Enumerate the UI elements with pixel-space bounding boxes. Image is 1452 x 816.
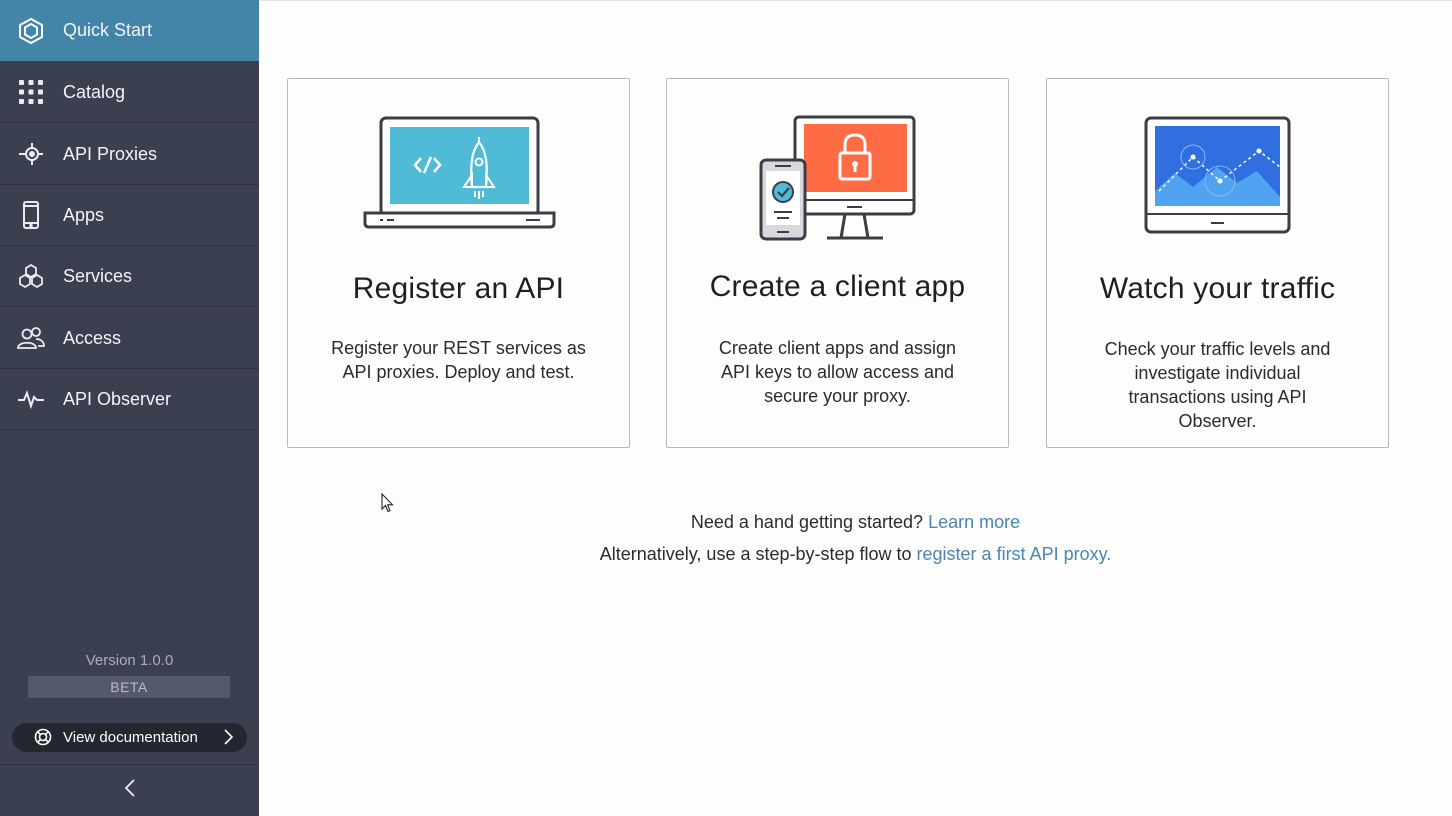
grid-icon <box>16 77 46 107</box>
mouse-cursor-icon <box>381 492 394 513</box>
card-description: Create client apps and assign API keys t… <box>718 338 957 406</box>
sidebar-item-api-observer[interactable]: API Observer <box>0 369 259 430</box>
sidebar-item-label: Catalog <box>63 81 126 102</box>
chevron-right-icon <box>223 729 234 745</box>
devices-lock-illustration <box>667 79 1008 249</box>
card-description: Check your traffic levels and investigat… <box>1104 339 1331 431</box>
watch-traffic-card[interactable]: Watch your traffic Check your traffic le… <box>1046 78 1389 448</box>
beta-badge: BETA <box>28 676 230 698</box>
hexagon-icon <box>16 16 46 46</box>
sidebar-item-catalog[interactable]: Catalog <box>0 62 259 123</box>
proxy-icon <box>16 139 46 169</box>
card-title: Watch your traffic <box>1099 272 1336 305</box>
help-text: Alternatively, use a step-by-step flow t… <box>599 544 917 564</box>
help-line-register-proxy: Alternatively, use a step-by-step flow t… <box>259 544 1452 565</box>
sidebar-item-label: Access <box>63 327 122 348</box>
sidebar-item-label: API Proxies <box>63 143 158 164</box>
view-documentation-button[interactable]: View documentation <box>12 723 247 752</box>
monitor-chart-illustration <box>1047 79 1388 249</box>
card-title: Create a client app <box>709 270 966 303</box>
lifebuoy-icon <box>34 728 52 746</box>
sidebar-item-services[interactable]: Services <box>0 246 259 307</box>
register-first-proxy-link[interactable]: register a first API proxy. <box>917 544 1112 564</box>
version-label: Version 1.0.0 <box>85 652 174 669</box>
create-client-app-card[interactable]: Create a client app Create client apps a… <box>666 78 1009 448</box>
sidebar-item-apps[interactable]: Apps <box>0 185 259 246</box>
laptop-rocket-illustration <box>288 79 629 249</box>
learn-more-link[interactable]: Learn more <box>928 512 1020 532</box>
top-divider <box>259 0 1452 1</box>
sidebar: Quick Start Catalog API Proxies Apps Ser… <box>0 0 259 816</box>
help-text: Need a hand getting started? <box>690 512 929 532</box>
sidebar-item-access[interactable]: Access <box>0 308 259 369</box>
sidebar-item-label: Apps <box>63 204 105 225</box>
help-line-learn-more: Need a hand getting started? Learn more <box>259 512 1452 533</box>
services-icon <box>16 261 46 291</box>
sidebar-item-label: Services <box>63 265 133 286</box>
view-documentation-label: View documentation <box>63 729 198 746</box>
sidebar-item-api-proxies[interactable]: API Proxies <box>0 124 259 185</box>
register-api-card[interactable]: Register an API Register your REST servi… <box>287 78 630 448</box>
chevron-left-icon <box>124 778 136 803</box>
collapse-sidebar-button[interactable] <box>0 764 259 816</box>
pulse-icon <box>16 384 46 414</box>
phone-icon <box>16 200 46 230</box>
card-title: Register an API <box>352 272 565 305</box>
card-description: Register your REST services as API proxi… <box>331 338 586 382</box>
users-icon <box>16 323 46 353</box>
sidebar-item-label: API Observer <box>63 388 172 409</box>
sidebar-item-label: Quick Start <box>63 20 153 40</box>
sidebar-item-quick-start[interactable]: Quick Start <box>0 0 259 61</box>
